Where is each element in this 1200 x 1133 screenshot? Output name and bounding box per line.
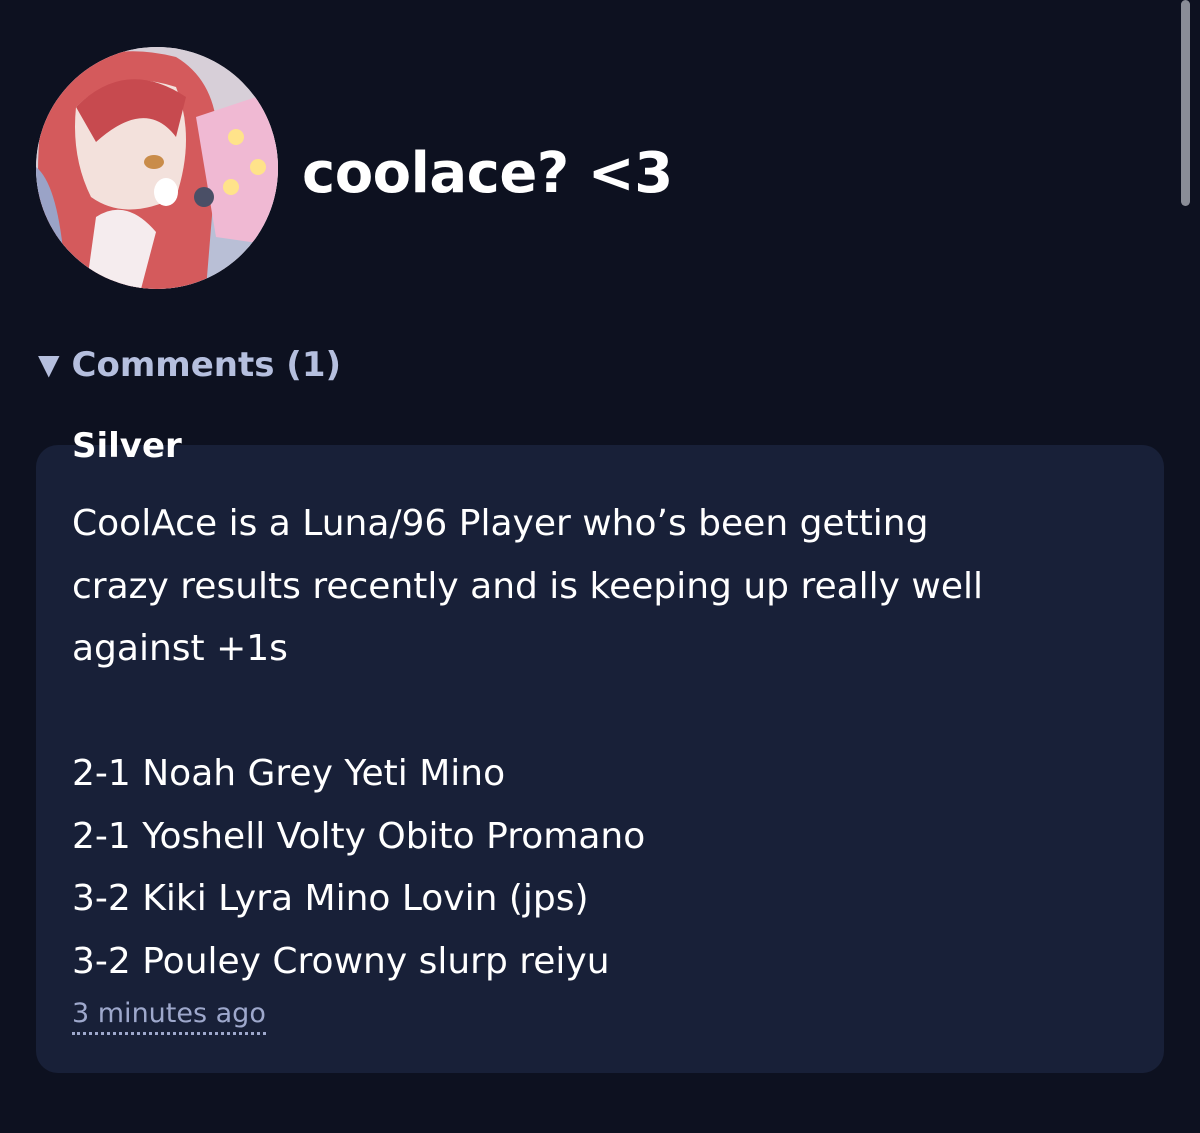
avatar-image bbox=[36, 47, 278, 289]
comment-timestamp[interactable]: 3 minutes ago bbox=[72, 996, 266, 1035]
comment-line: CoolAce is a Luna/96 Player who’s been g… bbox=[72, 503, 929, 544]
comment-line: against +1s bbox=[72, 628, 288, 669]
comment-line: 3-2 Pouley Crowny slurp reiyu bbox=[72, 940, 610, 982]
scrollbar[interactable] bbox=[1181, 0, 1190, 206]
page: coolace? <3 ▼ Comments (1) Silver CoolAc… bbox=[0, 0, 1200, 1133]
comments-label: Comments (1) bbox=[71, 345, 342, 385]
avatar bbox=[36, 47, 278, 289]
triangle-down-icon: ▼ bbox=[38, 348, 60, 381]
comment-author[interactable]: Silver bbox=[72, 424, 182, 468]
comment-line: 3-2 Kiki Lyra Mino Lovin (jps) bbox=[72, 878, 589, 919]
comment-line: 2-1 Yoshell Volty Obito Promano bbox=[72, 815, 646, 857]
comment-line: crazy results recently and is keeping up… bbox=[72, 565, 984, 607]
comments-toggle[interactable]: ▼ Comments (1) bbox=[38, 342, 341, 388]
comment-body: CoolAce is a Luna/96 Player who’s been g… bbox=[72, 493, 1132, 993]
comment-blank-line bbox=[72, 681, 1132, 744]
comment-line: 2-1 Noah Grey Yeti Mino bbox=[72, 753, 506, 794]
profile-title: coolace? <3 bbox=[302, 141, 673, 206]
